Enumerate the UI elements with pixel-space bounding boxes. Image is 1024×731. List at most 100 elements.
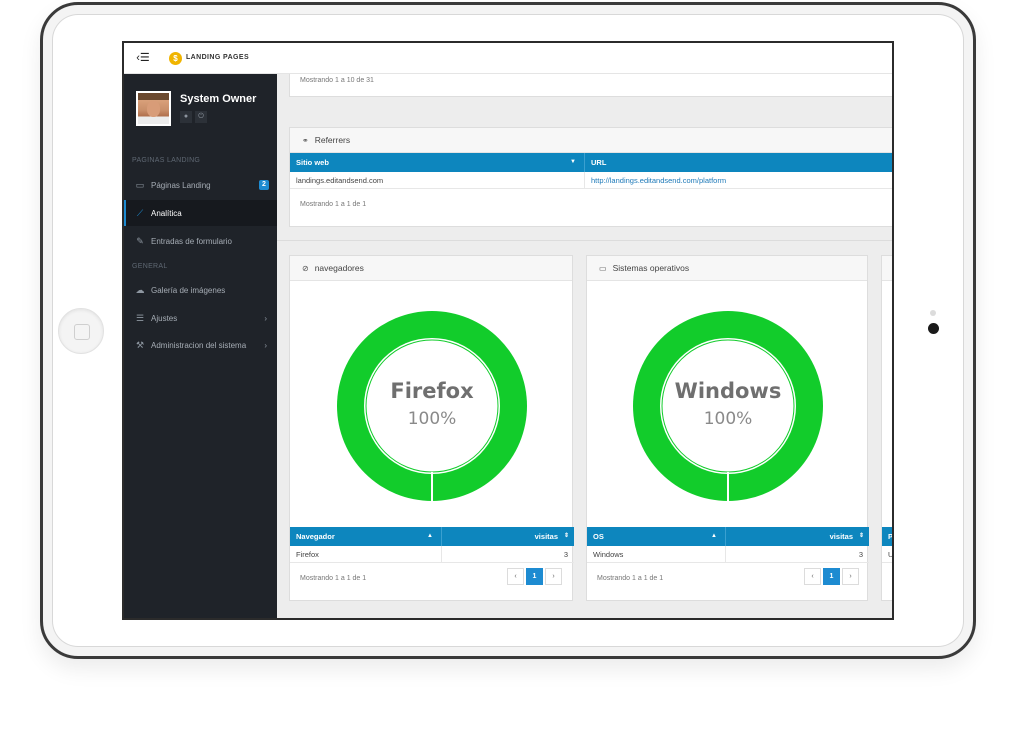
sort-desc-icon[interactable]: ▼ [570,153,576,172]
cell-visits: 3 [858,550,863,559]
column-header-os[interactable]: OS [587,527,726,546]
sidebar-item-label: Ajustes [151,313,178,323]
sidebar-item-paginas-landing[interactable]: ▭ Páginas Landing 2 [124,172,277,198]
menu-toggle-button[interactable]: ‹☰ [132,50,154,67]
column-header-visitas[interactable]: visitas [726,527,869,546]
cell-partial: U [888,550,894,559]
referrers-panel: ⚭ Referrers Sitio web ▼ URL landings.edi… [289,127,892,227]
chevron-right-icon: › [264,340,267,350]
laptop-icon: ▭ [135,179,145,190]
panel-header: ⊘ navegadores [290,256,572,281]
next-page-button[interactable]: › [545,568,562,585]
table-row: Firefox 3 [290,546,574,563]
top-bar: ‹☰ $ LANDING PAGES [124,43,892,74]
wrench-icon: ⚒ [135,339,145,350]
panel-title: navegadores [314,263,364,273]
power-icon[interactable]: ⏻ [195,111,207,123]
column-header-visitas[interactable]: visitas [442,527,574,546]
table-row: Windows 3 [587,546,869,563]
prev-page-button[interactable]: ‹ [507,568,524,585]
cell-sitio-web: landings.editandsend.com [290,172,585,189]
brand-logo-icon: $ [169,52,182,65]
donut-center-percent: 100% [408,409,457,429]
cell-os: Windows [587,546,726,563]
edit-icon: ✎ [136,235,144,246]
sidebar-item-entradas[interactable]: ✎ Entradas de formulario [124,228,277,254]
donut-hole [364,338,500,474]
sidebar-item-label: Entradas de formulario [151,236,232,246]
url-link[interactable]: http://landings.editandsend.com/platform [585,172,892,189]
sidebar: System Owner ● ⏻ PAGINAS LANDING ▭ Págin… [124,74,277,618]
page-1-button[interactable]: 1 [823,568,840,585]
table-row: U [882,546,894,563]
sort-icon[interactable]: ⇕ [859,527,864,546]
pagination-info: Mostrando 1 a 10 de 31 [300,77,374,84]
monitor-icon: ▭ [599,263,607,273]
sidebar-item-label: Galería de imágenes [151,285,226,295]
panel-title: Referrers [314,135,351,145]
divider [277,240,892,241]
browsers-panel: ⊘ navegadores Firefox 100% Navegador ▲ v… [289,255,574,601]
sliders-icon: ☰ [135,312,145,323]
count-badge: 2 [259,180,269,190]
cell-visits: 3 [563,550,568,559]
sort-asc-icon[interactable]: ▲ [711,527,717,546]
user-icon[interactable]: ● [180,111,192,123]
sidebar-item-label: Analítica [151,208,182,218]
sidebar-item-label: Administracion del sistema [151,340,247,350]
panel-title: Sistemas operativos [612,263,690,273]
sort-icon[interactable]: ⇕ [564,527,569,546]
main-content: Mostrando 1 a 10 de 31 ⚭ Referrers Sitio… [277,74,894,618]
donut-center-label: Windows [675,379,782,403]
donut-svg: Firefox 100% [337,311,527,501]
compass-icon: ⊘ [302,263,309,273]
table-header: Navegador ▲ visitas ⇕ [290,527,574,546]
home-button [58,308,104,354]
sort-asc-icon[interactable]: ▲ [427,527,433,546]
sidebar-item-administracion[interactable]: ⚒ Administracion del sistema › [124,332,277,358]
profile-name: System Owner [180,93,257,105]
browser-donut-chart: Firefox 100% [334,308,530,504]
column-header-url[interactable]: URL [585,153,892,172]
pagination-info: Mostrando 1 a 1 de 1 [300,201,367,208]
sidebar-item-analitica[interactable]: ⟋ Analítica [124,200,277,226]
avatar[interactable] [136,91,171,126]
link-icon: ⚭ [302,135,309,145]
donut-hole [660,338,796,474]
camera-icon [928,323,939,334]
app-screen: ‹☰ $ LANDING PAGES System Owner ● ⏻ PAGI… [122,41,894,620]
pagination-info: Mostrando 1 a 1 de 1 [300,575,367,582]
line-chart-icon: ⟋ [136,207,144,218]
page-1-button[interactable]: 1 [526,568,543,585]
donut-center-label: Firefox [390,379,474,403]
panel-header: ▭ Sistemas operativos [587,256,867,281]
chevron-right-icon: › [264,313,267,323]
section-label-paginas: PAGINAS LANDING [132,157,201,164]
column-header-partial[interactable]: P [882,527,892,546]
pagination-info: Mostrando 1 a 1 de 1 [597,575,664,582]
profile-actions: ● ⏻ [180,111,207,123]
top-table-panel: Mostrando 1 a 10 de 31 [289,74,892,97]
sidebar-item-ajustes[interactable]: ☰ Ajustes › [124,305,277,331]
third-panel-partial: P U [881,255,894,601]
column-header-navegador[interactable]: Navegador [290,527,442,546]
donut-svg: Windows 100% [633,311,823,501]
table-header: OS ▲ visitas ⇕ [587,527,869,546]
sidebar-item-galeria[interactable]: ☁ Galería de imágenes [124,277,277,303]
cell-browser: Firefox [290,546,442,563]
table-row: landings.editandsend.com http://landings… [290,172,892,189]
os-panel: ▭ Sistemas operativos Windows 100% OS ▲ … [586,255,869,601]
sensor-dot [930,310,936,316]
table-header: Sitio web ▼ URL [290,153,892,172]
next-page-button[interactable]: › [842,568,859,585]
section-label-general: GENERAL [132,263,168,270]
panel-header: ⚭ Referrers [290,128,892,153]
cloud-icon: ☁ [135,284,145,295]
os-donut-chart: Windows 100% [630,308,826,504]
prev-page-button[interactable]: ‹ [804,568,821,585]
donut-center-percent: 100% [704,409,753,429]
brand-title: LANDING PAGES [186,54,250,61]
column-header-sitio-web[interactable]: Sitio web [290,153,585,172]
pagination: ‹ 1 › [507,568,562,585]
sidebar-item-label: Páginas Landing [151,180,211,190]
